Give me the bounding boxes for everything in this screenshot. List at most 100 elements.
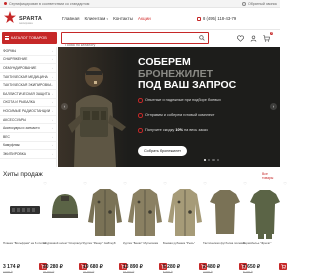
product-old-price: 8 100 ₽ [243, 270, 253, 274]
product-old-price: 5 800 ₽ [163, 270, 173, 274]
carousel-dot[interactable] [204, 159, 207, 162]
chevron-right-icon: › [52, 48, 53, 53]
add-to-cart-button[interactable] [279, 263, 287, 270]
sidebar-category-label[interactable]: БАЛЛИСТИЧЕСКАЯ ЗАЩИТА [3, 92, 50, 96]
menu-icon [5, 36, 9, 40]
sidebar-category-label[interactable]: СНАРЯЖЕНИЕ [3, 57, 27, 61]
search-button[interactable] [196, 33, 208, 43]
sidebar-category-label[interactable]: Аксессуары и запчасти [3, 126, 39, 130]
nav-clients-label[interactable]: Клиентам [84, 16, 105, 21]
sidebar-category-item[interactable]: ФОРМЫ › [0, 47, 56, 56]
header-actions: 0 [236, 32, 273, 43]
site-logo[interactable]: SPARTA экипировка [4, 11, 42, 27]
product-card[interactable]: ♡ Термобелье "Фрегат" 7 650 ₽8 100 ₽ [242, 180, 288, 280]
product-name[interactable]: Термобелье "Фрегат" [243, 242, 287, 249]
certificate-text: Сертифицирован в соответствии со стандар… [9, 1, 90, 6]
sidebar-category-item[interactable]: СНАРЯЖЕНИЕ › [0, 56, 56, 65]
sidebar-category-label[interactable]: ТАКТИЧЕСКАЯ ЭКИПИРОВКА [3, 83, 51, 87]
sidebar-category-label[interactable]: ОХОТА И РЫБАЛКА [3, 100, 35, 104]
sidebar-category-label[interactable]: ТАКТИЧЕСКАЯ МЕДИЦИНА [3, 75, 48, 79]
nav-home[interactable]: Главная [62, 16, 79, 21]
product-image[interactable] [206, 182, 244, 240]
account-button[interactable] [249, 33, 258, 43]
callback-link[interactable]: Обратный звонок [241, 1, 277, 6]
hero-next-button[interactable]: › [270, 103, 277, 110]
hits-heading: Хиты продаж [3, 171, 43, 178]
cart-button[interactable]: 0 [262, 32, 273, 43]
favorites-button[interactable] [236, 33, 245, 43]
chevron-right-icon: › [52, 126, 53, 131]
chevron-right-icon: › [52, 117, 53, 122]
hero-benefit-text: Отправим и соберем готовый комплект [145, 113, 215, 117]
phone-number[interactable]: 8 (495) 118-43-79 [203, 16, 236, 21]
hits-all-link[interactable]: Все товары [262, 172, 280, 180]
chevron-right-icon: › [272, 104, 275, 109]
product-name[interactable]: Штурмовой шлем "Спартакус" [43, 242, 87, 249]
cart-icon [280, 264, 286, 269]
hero-benefit: Отправим и соберем готовый комплект [138, 113, 268, 118]
chevron-right-icon: › [52, 134, 53, 139]
product-name[interactable]: Куртка "Ранер" Gaffney8 [83, 242, 127, 249]
heart-icon[interactable]: ♡ [283, 181, 287, 186]
product-image[interactable] [6, 182, 44, 240]
hero-photo [58, 47, 128, 167]
chevron-right-icon: › [52, 151, 53, 156]
check-circle-icon [138, 113, 143, 118]
product-old-price: 3 500 ₽ [3, 270, 13, 274]
chevron-right-icon: › [52, 108, 53, 113]
build-vest-button[interactable]: Собрать бронежилет [138, 146, 187, 156]
phone-icon [197, 16, 201, 21]
chevron-right-icon: › [52, 65, 53, 70]
sidebar-category-label[interactable]: Камуфляж [3, 143, 20, 147]
certificate-note: Сертифицирован в соответствии со стандар… [4, 2, 89, 6]
product-image[interactable] [86, 182, 124, 240]
nav-promotions[interactable]: Акции [138, 16, 151, 21]
sidebar-category-item[interactable]: НОСИМЫЕ РАДИОСТАНЦИИ › [0, 107, 56, 116]
sidebar-category-item[interactable]: ТАКТИЧЕСКАЯ ЭКИПИРОВКА › [0, 81, 56, 90]
product-name[interactable]: Куртка "Бекас" Мультикам [123, 242, 167, 249]
sidebar-category-item[interactable]: АКСЕССУАРЫ › [0, 116, 56, 125]
product-old-price: 21 000 ₽ [83, 270, 95, 274]
sidebar-category-item[interactable]: ЭКИПИРОВКА › [0, 150, 56, 159]
logo-subtitle: экипировка [19, 22, 33, 25]
info-dot-icon [4, 2, 7, 5]
hero-prev-button[interactable]: ‹ [61, 103, 68, 110]
sidebar-category-label[interactable]: АКСЕССУАРЫ [3, 118, 26, 122]
product-name[interactable]: Тактическая футболка полевая [203, 242, 247, 249]
product-image[interactable] [246, 182, 284, 240]
carousel-dots [204, 159, 219, 162]
sidebar-category-item[interactable]: ВЕС › [0, 133, 56, 142]
sidebar-category-label[interactable]: ЭКИПИРОВКА [3, 152, 26, 156]
product-name[interactable]: Боевая рубашка "Рысь" [163, 242, 207, 249]
catalog-search-bar: КАТАЛОГ ТОВАРОВ 0 [0, 32, 280, 50]
callback-text[interactable]: Обратный звонок [248, 2, 277, 6]
product-image[interactable] [166, 182, 204, 240]
sidebar-category-label[interactable]: ВЕС [3, 135, 10, 139]
carousel-dot[interactable] [216, 159, 219, 162]
product-image[interactable] [46, 182, 84, 240]
nav-contacts[interactable]: Контакты [113, 16, 133, 21]
sidebar-category-item[interactable]: Аксессуары и запчасти › [0, 124, 56, 133]
catalog-button-label[interactable]: КАТАЛОГ ТОВАРОВ [11, 36, 47, 40]
sidebar-category-item[interactable]: ТАКТИЧЕСКАЯ МЕДИЦИНА › [0, 73, 56, 82]
sidebar-category-item[interactable]: Камуфляж › [0, 142, 56, 151]
sidebar-category-label[interactable]: ФОРМЫ [3, 49, 16, 53]
chevron-right-icon: › [52, 100, 53, 105]
carousel-dot[interactable] [208, 159, 211, 162]
sidebar-category-item[interactable]: БАЛЛИСТИЧЕСКАЯ ЗАЩИТА › [0, 90, 56, 99]
sidebar-category-label[interactable]: ОБМУНДИРОВАНИЕ [3, 66, 36, 70]
soldier-image [68, 67, 126, 167]
sidebar-category-item[interactable]: ОХОТА И РЫБАЛКА › [0, 99, 56, 108]
product-image[interactable] [126, 182, 164, 240]
catalog-button[interactable]: КАТАЛОГ ТОВАРОВ [2, 32, 57, 44]
help-circle-icon [241, 1, 246, 6]
product-name[interactable]: Планка "Вольфрам" на 6 слотов [3, 242, 47, 249]
phone-block[interactable]: 8 (495) 118-43-79 [197, 16, 236, 21]
sidebar-category-label[interactable]: НОСИМЫЕ РАДИОСТАНЦИИ [3, 109, 50, 113]
search-icon [199, 35, 205, 41]
carousel-dot[interactable] [212, 159, 215, 162]
nav-clients[interactable]: Клиентам ▾ [84, 16, 108, 21]
top-info-bar: Сертифицирован в соответствии со стандар… [0, 0, 280, 8]
sidebar-category-item[interactable]: ОБМУНДИРОВАНИЕ › [0, 64, 56, 73]
check-circle-icon [138, 128, 143, 133]
